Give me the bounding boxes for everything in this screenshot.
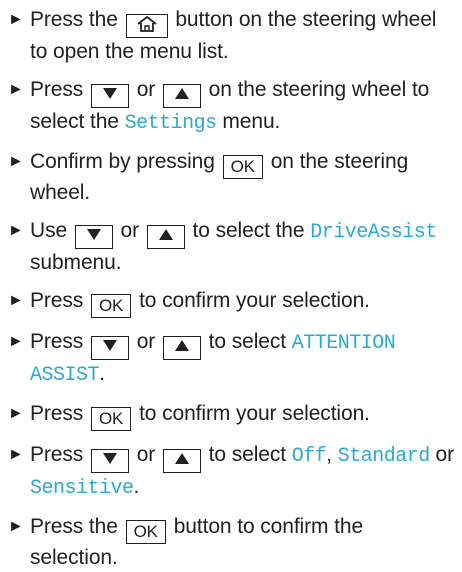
bullet-arrow-icon: ► [8, 333, 24, 350]
display-sensitive: Sensitive [30, 477, 134, 500]
list-item: ► Press the OK button to confirm the sel… [8, 515, 364, 569]
up-button-icon [146, 225, 185, 249]
display-driveassist: DriveAssist [310, 221, 437, 244]
list-item: ► Press or to select ATTENTION ASSIST. [8, 330, 396, 387]
bullet-arrow-icon: ► [8, 222, 24, 239]
bullet-arrow-icon: ► [8, 153, 24, 170]
bullet-arrow-icon: ► [8, 518, 24, 535]
list-item: ► Press the button on the steering wheel… [8, 8, 437, 63]
down-button-icon [90, 449, 129, 473]
up-button-icon [162, 336, 201, 360]
ok-button-icon: OK [125, 520, 166, 544]
display-standard: Standard [337, 445, 431, 468]
display-off: Off [291, 445, 327, 468]
ok-button-icon: OK [90, 294, 132, 318]
ok-button-icon: OK [90, 407, 132, 431]
list-item: ► Confirm by pressing OK on the steering… [8, 150, 409, 204]
ok-button-icon: OK [222, 155, 263, 179]
down-button-icon [90, 336, 129, 360]
bullet-arrow-icon: ► [8, 292, 24, 309]
bullet-arrow-icon: ► [8, 11, 24, 28]
list-item: ► Use or to select the DriveAssist subme… [8, 219, 437, 274]
display-settings: Settings [124, 112, 218, 135]
down-button-icon [74, 225, 113, 249]
down-button-icon [90, 84, 129, 108]
instruction-list: ► Press the button on the steering wheel… [0, 0, 462, 572]
bullet-arrow-icon: ► [8, 446, 24, 463]
list-item: ► Press or to select Off, Standard or Se… [8, 443, 454, 500]
bullet-arrow-icon: ► [8, 405, 24, 422]
home-button-icon [125, 14, 168, 38]
list-item: ► Press or on the steering wheel to sele… [8, 78, 430, 135]
up-button-icon [162, 84, 201, 108]
list-item: ► Press OK to confirm your selection. [8, 287, 454, 318]
bullet-arrow-icon: ► [8, 81, 24, 98]
list-item: ► Press OK to confirm your selection. [8, 400, 454, 431]
up-button-icon [162, 449, 201, 473]
